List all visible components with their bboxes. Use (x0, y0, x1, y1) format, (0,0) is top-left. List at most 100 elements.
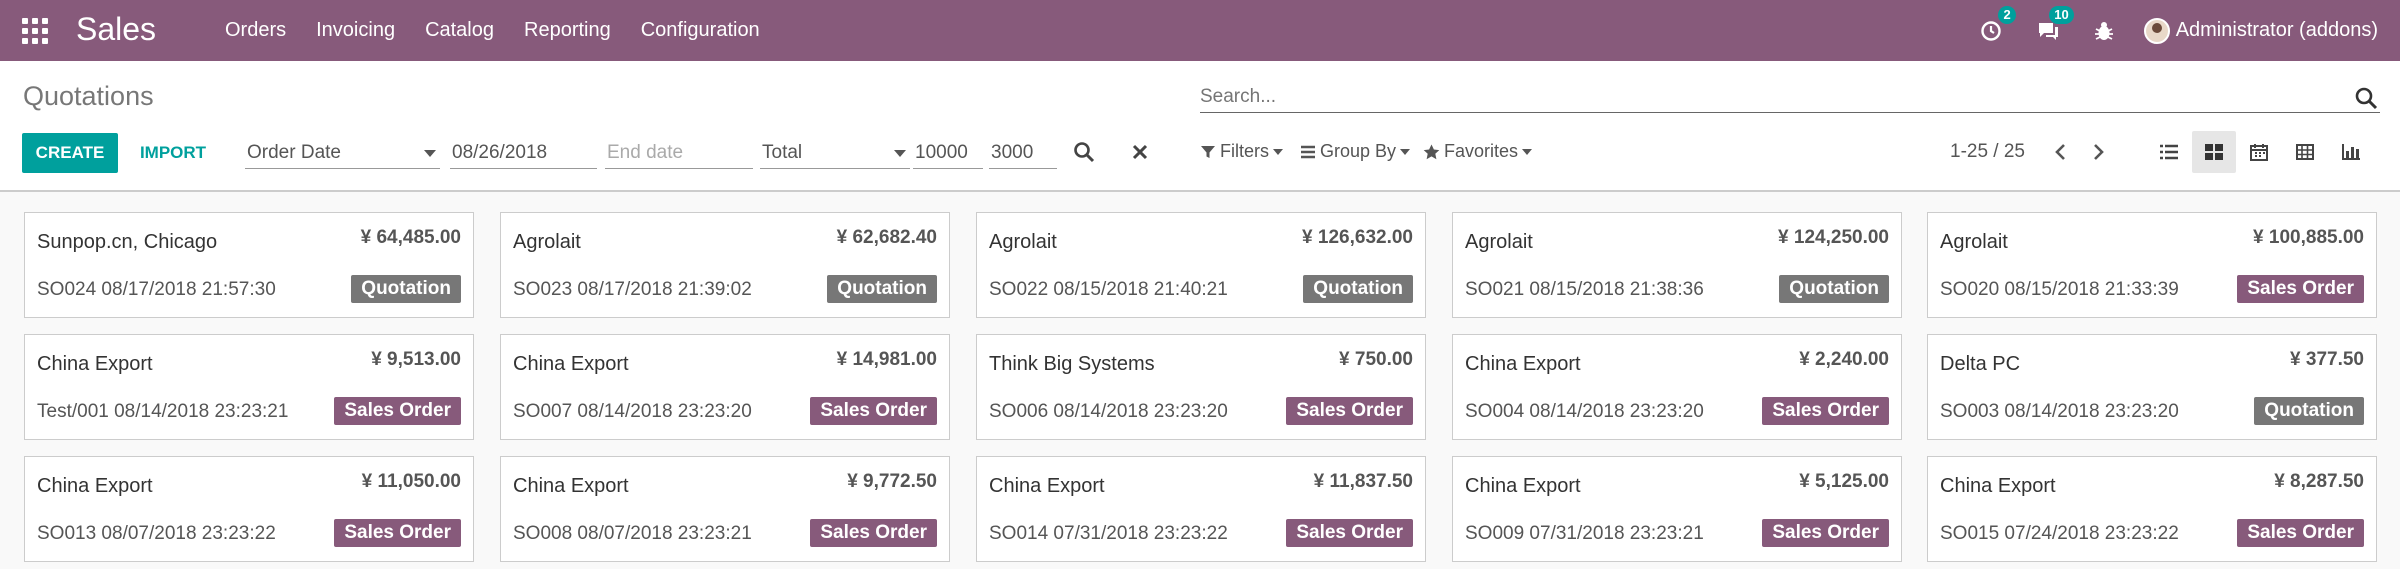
group-by-dropdown[interactable]: Group By (1300, 141, 1411, 162)
calendar-view-button[interactable] (2237, 131, 2281, 173)
card-partner: Agrolait (513, 231, 581, 253)
star-icon (1423, 144, 1440, 159)
menu-item-invoicing[interactable]: Invoicing (301, 19, 410, 42)
card-reference: SO023 08/17/2018 21:39:02 (513, 279, 752, 300)
create-button[interactable]: CREATE (22, 133, 118, 173)
card-amount: ¥ 64,485.00 (360, 227, 461, 248)
date-field-select[interactable]: Order Date (245, 137, 440, 169)
search-icon[interactable] (2354, 86, 2378, 110)
kanban-card[interactable]: Delta PC ¥ 377.50 SO003 08/14/2018 23:23… (1927, 334, 2377, 440)
menu-item-configuration[interactable]: Configuration (626, 19, 775, 42)
messages-count-badge: 10 (2049, 5, 2074, 24)
kanban-card[interactable]: China Export ¥ 8,287.50 SO015 07/24/2018… (1927, 456, 2377, 562)
card-partner: China Export (513, 475, 629, 497)
kanban-card[interactable]: Sunpop.cn, Chicago ¥ 64,485.00 SO024 08/… (24, 212, 474, 318)
amount-max-input[interactable]: 3000 (989, 137, 1057, 169)
close-icon[interactable] (1132, 144, 1148, 160)
apply-search-icon[interactable] (1073, 141, 1095, 163)
kanban-icon (2205, 144, 2223, 160)
card-reference: SO021 08/15/2018 21:38:36 (1465, 279, 1704, 300)
menu-item-orders[interactable]: Orders (210, 19, 301, 42)
menu-item-catalog[interactable]: Catalog (410, 19, 509, 42)
kanban-card[interactable]: China Export ¥ 2,240.00 SO004 08/14/2018… (1452, 334, 1902, 440)
card-partner: China Export (1465, 475, 1581, 497)
card-partner: China Export (1465, 353, 1581, 375)
status-badge: Quotation (1303, 275, 1413, 303)
chevron-left-icon[interactable] (2053, 143, 2067, 161)
import-button[interactable]: IMPORT (128, 133, 218, 173)
calendar-icon (2250, 144, 2268, 161)
card-amount: ¥ 11,050.00 (361, 471, 461, 492)
card-partner: China Export (513, 353, 629, 375)
card-reference: SO013 08/07/2018 23:23:22 (37, 523, 276, 544)
kanban-card[interactable]: Think Big Systems ¥ 750.00 SO006 08/14/2… (976, 334, 1426, 440)
menu-item-reporting[interactable]: Reporting (509, 19, 626, 42)
end-date-placeholder: End date (607, 141, 684, 163)
status-badge: Quotation (351, 275, 461, 303)
start-date-value: 08/26/2018 (452, 141, 548, 163)
card-partner: China Export (989, 475, 1105, 497)
kanban-card[interactable]: China Export ¥ 11,050.00 SO013 08/07/201… (24, 456, 474, 562)
pager-value[interactable]: 1-25 / 25 (1950, 141, 2025, 163)
kanban-card[interactable]: Agrolait ¥ 126,632.00 SO022 08/15/2018 2… (976, 212, 1426, 318)
chevron-right-icon[interactable] (2092, 143, 2106, 161)
card-amount: ¥ 9,513.00 (371, 349, 461, 370)
status-badge: Quotation (1779, 275, 1889, 303)
debug-button[interactable] (2094, 20, 2114, 42)
amount-min-value: 10000 (915, 141, 968, 163)
kanban-card[interactable]: Agrolait ¥ 100,885.00 SO020 08/15/2018 2… (1927, 212, 2377, 318)
kanban-card[interactable]: Agrolait ¥ 62,682.40 SO023 08/17/2018 21… (500, 212, 950, 318)
card-amount: ¥ 14,981.00 (836, 349, 937, 370)
filters-dropdown[interactable]: Filters (1200, 141, 1283, 162)
amount-field-select[interactable]: Total (760, 137, 910, 169)
amount-min-input[interactable]: 10000 (913, 137, 983, 169)
card-reference: SO007 08/14/2018 23:23:20 (513, 401, 752, 422)
chevron-down-icon (894, 150, 906, 157)
card-amount: ¥ 100,885.00 (2253, 227, 2364, 248)
list-view-button[interactable] (2147, 131, 2191, 173)
card-partner: Agrolait (989, 231, 1057, 253)
chevron-down-icon (1400, 148, 1411, 155)
card-partner: Delta PC (1940, 353, 2021, 375)
activity-count-badge: 2 (1998, 5, 2016, 24)
kanban-card[interactable]: China Export ¥ 11,837.50 SO014 07/31/201… (976, 456, 1426, 562)
funnel-icon (1201, 145, 1215, 158)
kanban-view-button[interactable] (2192, 131, 2236, 173)
card-amount: ¥ 5,125.00 (1799, 471, 1889, 492)
card-amount: ¥ 11,837.50 (1313, 471, 1413, 492)
app-name[interactable]: Sales (76, 11, 156, 48)
status-badge: Sales Order (1762, 397, 1889, 425)
table-icon (2296, 144, 2314, 160)
apps-grid-icon[interactable] (22, 18, 48, 44)
kanban-card[interactable]: China Export ¥ 5,125.00 SO009 07/31/2018… (1452, 456, 1902, 562)
card-reference: SO020 08/15/2018 21:33:39 (1940, 279, 2179, 300)
search-input[interactable] (1200, 83, 2340, 111)
card-amount: ¥ 124,250.00 (1778, 227, 1889, 248)
status-badge: Sales Order (2237, 275, 2364, 303)
card-amount: ¥ 377.50 (2290, 349, 2364, 370)
favorites-dropdown[interactable]: Favorites (1423, 141, 1533, 162)
status-badge: Quotation (2254, 397, 2364, 425)
messages-button[interactable]: 10 (2036, 5, 2074, 42)
control-panel: Quotations CREATE IMPORT Order Date 08/2… (0, 61, 2400, 192)
status-badge: Quotation (827, 275, 937, 303)
end-date-input[interactable]: End date (605, 137, 753, 169)
chevron-down-icon (1273, 148, 1283, 155)
start-date-input[interactable]: 08/26/2018 (450, 137, 597, 169)
card-partner: China Export (37, 475, 153, 497)
card-amount: ¥ 2,240.00 (1799, 349, 1889, 370)
bug-icon (2094, 21, 2113, 40)
card-reference: SO014 07/31/2018 23:23:22 (989, 523, 1228, 544)
graph-view-button[interactable] (2329, 131, 2373, 173)
activity-button[interactable]: 2 (1980, 5, 2016, 42)
card-partner: China Export (1940, 475, 2056, 497)
kanban-card[interactable]: Agrolait ¥ 124,250.00 SO021 08/15/2018 2… (1452, 212, 1902, 318)
kanban-card[interactable]: China Export ¥ 14,981.00 SO007 08/14/201… (500, 334, 950, 440)
pivot-view-button[interactable] (2283, 131, 2327, 173)
card-amount: ¥ 750.00 (1339, 349, 1413, 370)
card-reference: SO009 07/31/2018 23:23:21 (1465, 523, 1704, 544)
user-menu[interactable]: Administrator (addons) (2143, 17, 2378, 44)
kanban-card[interactable]: China Export ¥ 9,513.00 Test/001 08/14/2… (24, 334, 474, 440)
group-by-label: Group By (1320, 141, 1397, 161)
kanban-card[interactable]: China Export ¥ 9,772.50 SO008 08/07/2018… (500, 456, 950, 562)
